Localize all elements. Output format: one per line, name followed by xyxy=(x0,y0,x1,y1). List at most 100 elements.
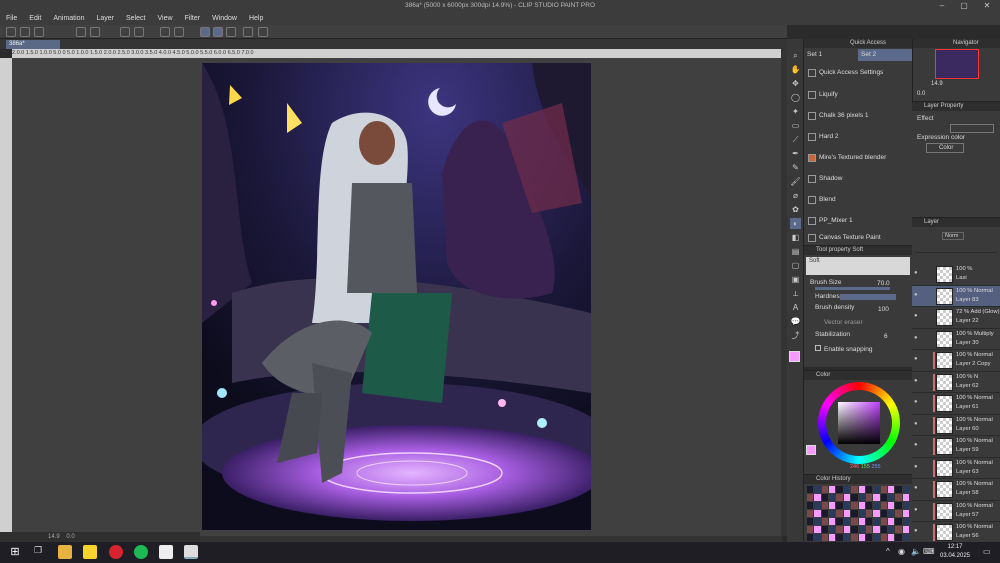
snap-guide-icon[interactable] xyxy=(213,27,223,37)
history-swatch[interactable] xyxy=(843,534,851,541)
set1-tab[interactable]: Set 1 xyxy=(804,49,858,61)
history-swatch[interactable] xyxy=(880,486,887,493)
layer-row[interactable]: ● 72 % Add (Glow) Layer 22 xyxy=(912,307,1000,329)
stabilization-value[interactable]: 6 xyxy=(884,332,888,342)
menu-layer[interactable]: Layer xyxy=(96,15,114,22)
menu-help[interactable]: Help xyxy=(249,15,263,22)
history-swatch[interactable] xyxy=(895,518,902,525)
transform-icon[interactable] xyxy=(134,27,144,37)
clear-icon[interactable] xyxy=(120,27,130,37)
deselect-icon[interactable] xyxy=(160,27,170,37)
figure-icon[interactable]: ▢ xyxy=(790,260,801,271)
document-tab[interactable]: 386a* xyxy=(6,40,60,49)
history-swatch[interactable] xyxy=(843,486,851,493)
history-swatch[interactable] xyxy=(821,526,829,533)
clip-studio-icon[interactable] xyxy=(184,545,198,559)
history-swatch[interactable] xyxy=(873,526,880,533)
history-swatch[interactable] xyxy=(814,518,821,525)
layer-row[interactable]: ● 100 % Normal Layer 57 xyxy=(912,501,1000,522)
history-swatch[interactable] xyxy=(836,534,843,541)
history-swatch[interactable] xyxy=(807,486,814,493)
history-swatch[interactable] xyxy=(880,502,887,509)
visibility-eye-icon[interactable]: ● xyxy=(914,528,921,535)
history-swatch[interactable] xyxy=(814,494,821,501)
history-swatch[interactable] xyxy=(887,502,895,509)
history-swatch[interactable] xyxy=(851,534,858,541)
menu-filter[interactable]: Filter xyxy=(185,15,201,22)
visibility-eye-icon[interactable]: ● xyxy=(914,399,921,406)
history-swatch[interactable] xyxy=(821,494,829,501)
current-color-swatch[interactable] xyxy=(806,445,816,455)
history-swatch[interactable] xyxy=(858,526,865,533)
subtool-item[interactable]: Liquify xyxy=(806,85,906,105)
language-icon[interactable]: ⌨ xyxy=(923,547,935,556)
close-button[interactable]: ✕ xyxy=(977,0,997,12)
history-swatch[interactable] xyxy=(895,486,902,493)
history-swatch[interactable] xyxy=(843,518,851,525)
history-swatch[interactable] xyxy=(814,534,821,541)
visibility-eye-icon[interactable]: ● xyxy=(914,356,921,363)
menu-window[interactable]: Window xyxy=(212,15,237,22)
snap-ruler-icon[interactable] xyxy=(200,27,210,37)
move-icon[interactable]: ✥ xyxy=(790,78,801,89)
history-swatch[interactable] xyxy=(873,510,880,517)
spotify-icon[interactable] xyxy=(134,545,148,559)
decoration-icon[interactable]: ✿ xyxy=(790,204,801,215)
subtool-item[interactable]: Chalk 36 pixels 1 xyxy=(806,106,906,126)
history-swatch[interactable] xyxy=(887,494,895,501)
snap-grid-icon[interactable] xyxy=(226,27,236,37)
blend-icon[interactable]: ◐ xyxy=(790,218,801,229)
menu-edit[interactable]: Edit xyxy=(29,15,41,22)
set2-tab[interactable]: Set 2 xyxy=(858,49,912,61)
navigator-zoom[interactable]: 14.9 xyxy=(931,81,943,87)
history-swatch[interactable] xyxy=(829,486,836,493)
visibility-eye-icon[interactable]: ● xyxy=(914,485,921,492)
navigator-angle[interactable]: 0.0 xyxy=(917,91,925,97)
ruler-icon[interactable]: ⟂ xyxy=(790,288,801,299)
maximize-button[interactable]: ▢ xyxy=(954,0,974,12)
brush-size-value[interactable]: 70.0 xyxy=(877,279,890,289)
history-swatch[interactable] xyxy=(865,502,873,509)
layer-row[interactable]: ● 100 % Lasi xyxy=(912,264,1000,286)
quick-access-settings[interactable]: Quick Access Settings xyxy=(806,63,906,83)
history-swatch[interactable] xyxy=(807,518,814,525)
layer-row[interactable]: ● 100 % Normal Layer 56 xyxy=(912,522,1000,544)
history-swatch[interactable] xyxy=(895,502,902,509)
history-swatch[interactable] xyxy=(873,518,880,525)
history-swatch[interactable] xyxy=(902,502,909,509)
history-swatch[interactable] xyxy=(807,534,814,541)
layer-row[interactable]: ● 100 % Normal Layer 58 xyxy=(912,479,1000,501)
hardness-slider[interactable] xyxy=(840,294,896,300)
history-swatch[interactable] xyxy=(865,526,873,533)
history-swatch[interactable] xyxy=(902,518,909,525)
history-swatch[interactable] xyxy=(895,494,902,501)
history-swatch[interactable] xyxy=(851,510,858,517)
pen-icon[interactable]: ✒ xyxy=(790,148,801,159)
history-swatch[interactable] xyxy=(858,486,865,493)
blend-mode-select[interactable]: Norm xyxy=(942,232,964,240)
history-swatch[interactable] xyxy=(821,502,829,509)
history-swatch[interactable] xyxy=(895,526,902,533)
history-swatch[interactable] xyxy=(814,486,821,493)
history-swatch[interactable] xyxy=(829,494,836,501)
history-swatch[interactable] xyxy=(865,534,873,541)
history-swatch[interactable] xyxy=(851,494,858,501)
visibility-eye-icon[interactable]: ● xyxy=(914,292,921,299)
history-swatch[interactable] xyxy=(836,494,843,501)
history-swatch[interactable] xyxy=(865,486,873,493)
history-swatch[interactable] xyxy=(865,510,873,517)
start-icon[interactable]: ⊞ xyxy=(8,545,22,559)
menu-file[interactable]: File xyxy=(6,15,17,22)
effect-buttons[interactable] xyxy=(950,124,994,133)
history-swatch[interactable] xyxy=(873,534,880,541)
snapping-row[interactable]: Enable snapping xyxy=(815,345,872,355)
invert-icon[interactable] xyxy=(174,27,184,37)
zoom-icon[interactable]: ⌕ xyxy=(790,50,801,61)
angle-readout[interactable]: 0.0 xyxy=(66,534,74,540)
history-swatch[interactable] xyxy=(895,510,902,517)
file-explorer-icon[interactable] xyxy=(58,545,72,559)
layer-toolbar[interactable] xyxy=(915,244,997,253)
layer-row[interactable]: ● 100 % Normal Layer 2 Copy xyxy=(912,350,1000,372)
history-swatch[interactable] xyxy=(858,534,865,541)
history-swatch[interactable] xyxy=(858,510,865,517)
